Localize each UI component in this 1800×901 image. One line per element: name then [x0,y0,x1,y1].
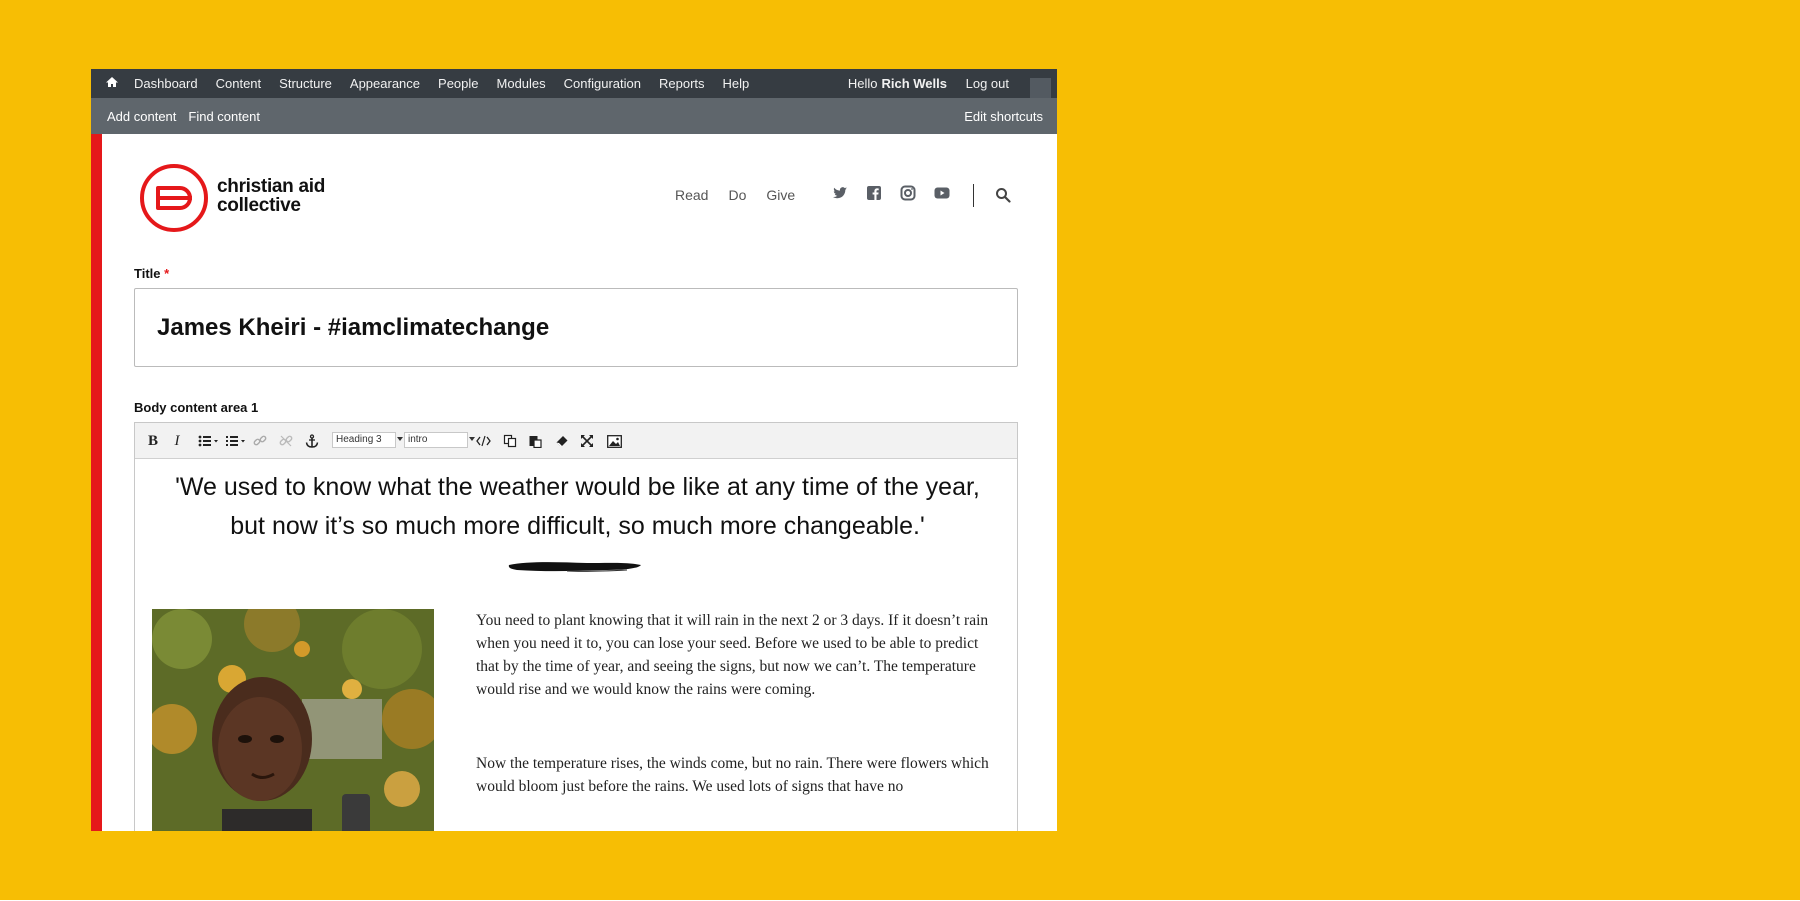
source-button[interactable] [475,432,491,450]
format-select-value: Heading 3 [336,434,382,445]
bullet-list-button[interactable] [198,432,220,450]
style-select[interactable]: intro [404,432,475,448]
admin-menu-dashboard[interactable]: Dashboard [134,76,198,91]
edit-shortcuts-link[interactable]: Edit shortcuts [964,98,1043,134]
intro-quote[interactable]: 'We used to know what the weather would … [155,468,1000,546]
site-nav-do[interactable]: Do [728,187,746,203]
header-divider [973,184,974,207]
shortcut-add-content[interactable]: Add content [107,109,176,124]
anchor-icon [305,434,319,448]
facebook-icon[interactable] [866,185,882,201]
italic-button[interactable]: I [171,432,183,450]
user-greeting: Hello Rich Wells [848,69,947,98]
copy-icon [503,434,517,448]
home-icon[interactable] [105,75,119,89]
body-paragraph-2[interactable]: Now the temperature rises, the winds com… [476,752,996,798]
body-editor: B I Heading 3 intro 'We used to know wha… [134,422,1018,831]
body-paragraph-1[interactable]: You need to plant knowing that it will r… [476,609,996,701]
paste-button[interactable] [527,432,543,450]
admin-menu-configuration[interactable]: Configuration [564,76,641,91]
user-name-link[interactable]: Rich Wells [881,76,947,91]
copy-button[interactable] [502,432,518,450]
instagram-icon[interactable] [900,185,916,201]
admin-menu-help[interactable]: Help [723,76,750,91]
title-label: Title * [134,266,169,281]
greeting-text: Hello [847,76,878,91]
maximize-button[interactable] [579,432,595,450]
editor-toolbar: B I Heading 3 intro [135,423,1017,459]
maximize-icon [581,435,593,447]
link-button[interactable] [252,432,268,450]
logout-link[interactable]: Log out [966,69,1009,98]
social-links [832,185,968,201]
brand-red-edge [91,134,102,831]
site-logo-text[interactable]: christian aid collective [217,177,325,215]
body-content-label: Body content area 1 [134,400,259,415]
link-icon [253,435,267,446]
admin-menu-reports[interactable]: Reports [659,76,705,91]
code-icon [475,435,491,447]
site-nav: Read Do Give [675,187,815,203]
eraser-icon [556,436,568,446]
bullet-list-icon [198,435,218,447]
anchor-button[interactable] [304,432,320,450]
logo-line-2: collective [217,195,301,216]
paste-icon [529,436,542,448]
admin-menu-modules[interactable]: Modules [497,76,546,91]
required-marker: * [164,266,170,281]
twitter-icon[interactable] [832,185,848,201]
toolbar-toggle[interactable] [1030,78,1051,98]
title-input[interactable] [134,288,1018,367]
brush-stroke-divider [508,562,641,572]
logo-line-1: christian aid [217,176,326,197]
shortcut-find-content[interactable]: Find content [188,109,260,124]
site-nav-give[interactable]: Give [766,187,795,203]
format-select[interactable]: Heading 3 [332,432,403,448]
image-icon [606,434,622,448]
admin-menu-content[interactable]: Content [216,76,262,91]
search-icon[interactable] [995,187,1011,203]
title-label-text: Title [134,266,161,281]
admin-menu-appearance[interactable]: Appearance [350,76,420,91]
unlink-icon [279,435,293,447]
numbered-list-icon [226,436,245,446]
image-button[interactable] [606,432,622,450]
admin-menu: Dashboard Content Structure Appearance P… [134,69,767,98]
chevron-down-icon [397,437,403,441]
youtube-icon[interactable] [934,185,950,201]
admin-menu-people[interactable]: People [438,76,478,91]
cms-window: Dashboard Content Structure Appearance P… [91,69,1057,831]
unlink-button[interactable] [278,432,294,450]
site-nav-read[interactable]: Read [675,187,708,203]
christian-aid-logo-icon[interactable] [138,162,210,234]
bold-button[interactable]: B [146,432,160,450]
portrait-photo[interactable] [152,609,434,831]
remove-format-button[interactable] [554,432,570,450]
admin-toolbar: Dashboard Content Structure Appearance P… [91,69,1057,98]
style-select-value: intro [408,434,428,445]
shortcut-bar: Add content Find content Edit shortcuts [91,98,1057,134]
admin-menu-structure[interactable]: Structure [279,76,332,91]
numbered-list-button[interactable] [225,432,247,450]
